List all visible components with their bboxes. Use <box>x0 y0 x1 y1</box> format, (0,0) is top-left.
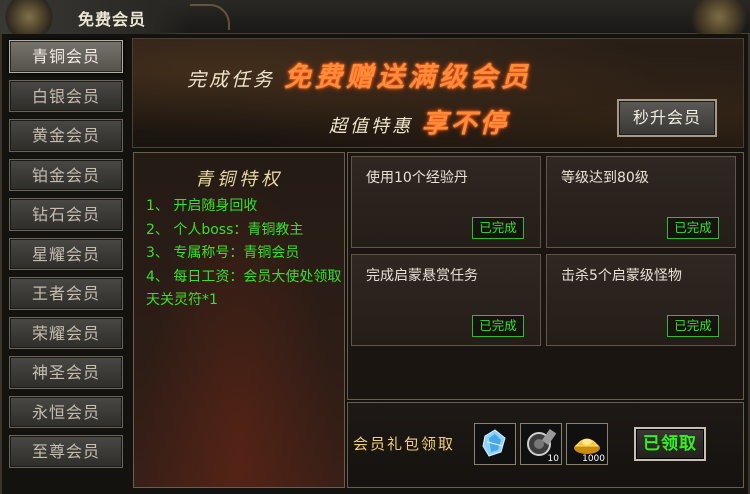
gift-slot[interactable]: 1000 <box>566 423 608 465</box>
gift-slot[interactable] <box>474 423 516 465</box>
tier-tab-star[interactable]: 星耀会员 <box>9 237 123 270</box>
title-ornament <box>190 4 230 30</box>
task-grid: 使用10个经验丹 已完成 等级达到80级 已完成 完成启蒙悬赏任务 已完成 击杀… <box>347 152 744 400</box>
privilege-item: 2、 个人boss：青铜教主 <box>146 221 304 238</box>
promo-banner: 完成任务 免费赠送满级会员 超值特惠 享不停 秒升会员 <box>132 38 744 148</box>
task-text: 完成启蒙悬赏任务 <box>366 268 478 284</box>
banner-line2-highlight: 享不停 <box>421 109 509 139</box>
title-bar: 免费会员 <box>0 0 750 34</box>
task-card: 使用10个经验丹 已完成 <box>351 156 541 248</box>
tier-tab-glory[interactable]: 荣耀会员 <box>9 316 123 349</box>
privilege-item: 1、 开启随身回收 <box>146 198 258 214</box>
tier-tab-supreme[interactable]: 至尊会员 <box>9 435 123 468</box>
tier-tab-silver[interactable]: 白银会员 <box>9 79 123 112</box>
gift-panel: 会员礼包领取 10 1000 已领取 <box>347 402 744 488</box>
task-status-badge: 已完成 <box>472 315 524 337</box>
privilege-item: 3、 专属称号：青铜会员 <box>146 245 300 261</box>
privilege-title: 青铜特权 <box>195 169 283 190</box>
privilege-panel: 青铜特权 1、 开启随身回收 2、 个人boss：青铜教主 3、 专属称号：青铜… <box>133 152 345 488</box>
banner-line-2: 超值特惠 享不停 <box>329 103 509 140</box>
task-text: 击杀5个启蒙级怪物 <box>561 268 682 284</box>
task-text: 等级达到80级 <box>561 170 649 186</box>
gift-slot[interactable]: 10 <box>520 423 562 465</box>
tier-tab-bronze[interactable]: 青铜会员 <box>9 40 123 73</box>
window-title: 免费会员 <box>78 10 147 29</box>
banner-line-1: 完成任务 免费赠送满级会员 <box>187 55 532 94</box>
item-count: 10 <box>547 454 559 464</box>
dragon-emblem-icon <box>4 0 54 34</box>
tier-tab-eternal[interactable]: 永恒会员 <box>9 395 123 428</box>
task-card: 击杀5个启蒙级怪物 已完成 <box>546 254 736 346</box>
instant-upgrade-button[interactable]: 秒升会员 <box>617 99 717 137</box>
blue-crystal-icon <box>482 429 506 457</box>
tier-tab-diamond[interactable]: 钻石会员 <box>9 198 123 231</box>
tier-tab-holy[interactable]: 神圣会员 <box>9 356 123 389</box>
tier-tab-king[interactable]: 王者会员 <box>9 277 123 310</box>
task-card: 等级达到80级 已完成 <box>546 156 736 248</box>
banner-line1-highlight: 免费赠送满级会员 <box>284 62 533 93</box>
privilege-list: 1、 开启随身回收 2、 个人boss：青铜教主 3、 专属称号：青铜会员 4、… <box>146 195 342 313</box>
dragon-emblem-icon <box>688 0 750 34</box>
banner-line2-prefix: 超值特惠 <box>329 116 413 137</box>
task-status-badge: 已完成 <box>667 315 719 337</box>
item-count: 1000 <box>582 454 605 464</box>
task-text: 使用10个经验丹 <box>366 170 468 186</box>
tier-tab-platinum[interactable]: 铂金会员 <box>9 158 123 191</box>
privilege-item: 4、 每日工资：会员大使处领取天关灵符*1 <box>146 268 342 309</box>
task-card: 完成启蒙悬赏任务 已完成 <box>351 254 541 346</box>
tier-tab-gold[interactable]: 黄金会员 <box>9 119 123 152</box>
task-status-badge: 已完成 <box>667 217 719 239</box>
banner-line1-prefix: 完成任务 <box>187 69 276 91</box>
watermark <box>651 455 741 485</box>
task-status-badge: 已完成 <box>472 217 524 239</box>
gift-label: 会员礼包领取 <box>353 435 456 453</box>
tier-sidebar: 青铜会员 白银会员 黄金会员 铂金会员 钻石会员 星耀会员 王者会员 荣耀会员 … <box>5 40 129 470</box>
